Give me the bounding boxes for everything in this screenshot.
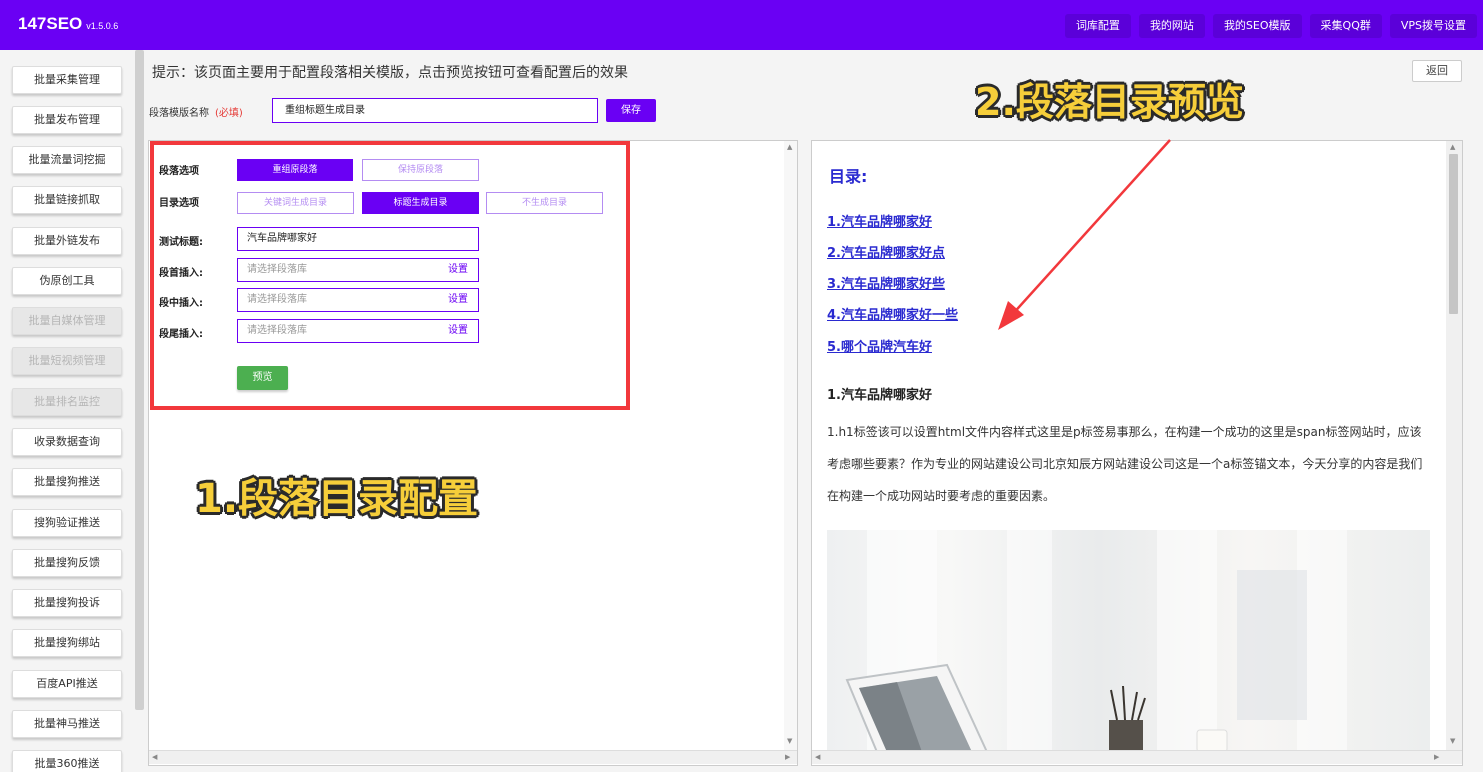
nav-my-seo-templates[interactable]: 我的SEO模版 (1212, 14, 1302, 38)
sidebar-item-batch-publish[interactable]: 批量发布管理 (12, 106, 122, 134)
sidebar-item-360-push[interactable]: 批量360推送 (12, 750, 122, 772)
sidebar-item-self-media: 批量自媒体管理 (12, 307, 122, 335)
sidebar-item-batch-collect[interactable]: 批量采集管理 (12, 66, 122, 94)
back-button[interactable]: 返回 (1412, 60, 1462, 82)
scroll-down-icon[interactable]: ▼ (1450, 737, 1455, 745)
top-nav: 词库配置 我的网站 我的SEO模版 采集QQ群 VPS拨号设置 (1064, 14, 1477, 38)
sidebar-item-baidu-api-push[interactable]: 百度API推送 (12, 670, 122, 698)
app-version: v1.5.0.6 (86, 21, 119, 31)
required-mark: (必填) (215, 108, 243, 119)
sidebar-item-shenma-push[interactable]: 批量神马推送 (12, 710, 122, 738)
template-name-input[interactable]: 重组标题生成目录 (272, 98, 598, 123)
scroll-right-icon[interactable]: ▶ (1434, 753, 1439, 761)
scroll-up-icon[interactable]: ▲ (1450, 143, 1455, 151)
sidebar-item-external-links[interactable]: 批量外链发布 (12, 227, 122, 255)
app-brand: 147SEO v1.5.0.6 (18, 14, 118, 34)
page-tip: 提示：该页面主要用于配置段落相关模版，点击预览按钮可查看配置后的效果 (152, 65, 628, 81)
sidebar-item-sogou-verify-push[interactable]: 搜狗验证推送 (12, 509, 122, 537)
config-panel-hscroll[interactable]: ◀ ▶ (149, 750, 797, 764)
template-name-label-text: 段落模版名称 (149, 108, 209, 119)
scroll-down-icon[interactable]: ▼ (787, 737, 792, 745)
preview-panel-hscroll[interactable]: ◀ ▶ (812, 750, 1462, 764)
config-panel-vscroll[interactable]: ▲ ▼ (784, 141, 797, 750)
sidebar-item-link-crawl[interactable]: 批量链接抓取 (12, 186, 122, 214)
red-arrow-icon (998, 139, 1171, 330)
top-bar: 147SEO v1.5.0.6 词库配置 我的网站 我的SEO模版 采集QQ群 V… (0, 0, 1483, 50)
toc-link[interactable]: 2.汽车品牌哪家好点 (827, 242, 945, 261)
sidebar-item-index-query[interactable]: 收录数据查询 (12, 428, 122, 456)
sidebar-item-rank-monitor: 批量排名监控 (12, 388, 122, 416)
sidebar-item-traffic-keywords[interactable]: 批量流量词挖掘 (12, 146, 122, 174)
annotation-preview: 2.段落目录预览 (975, 80, 1244, 124)
sidebar-item-sogou-push[interactable]: 批量搜狗推送 (12, 468, 122, 496)
scroll-up-icon[interactable]: ▲ (787, 143, 792, 151)
preview-scroll-thumb[interactable] (1449, 154, 1458, 314)
scroll-left-icon[interactable]: ◀ (815, 753, 820, 761)
toc-link[interactable]: 3.汽车品牌哪家好些 (827, 273, 945, 292)
sidebar: 批量采集管理 批量发布管理 批量流量词挖掘 批量链接抓取 批量外链发布 伪原创工… (0, 50, 148, 772)
config-highlight-box (150, 141, 630, 410)
save-button[interactable]: 保存 (606, 99, 656, 122)
toc-link[interactable]: 4.汽车品牌哪家好一些 (827, 304, 958, 323)
annotation-config: 1.段落目录配置 (195, 476, 479, 522)
scroll-right-icon[interactable]: ▶ (785, 753, 790, 761)
nav-qq-group[interactable]: 采集QQ群 (1309, 14, 1382, 38)
section-title: 1.汽车品牌哪家好 (827, 388, 932, 403)
scroll-left-icon[interactable]: ◀ (152, 753, 157, 761)
nav-vps-dialup[interactable]: VPS拨号设置 (1389, 14, 1477, 38)
preview-photo (827, 530, 1430, 752)
sidebar-item-sogou-bind-site[interactable]: 批量搜狗绑站 (12, 629, 122, 657)
toc-link[interactable]: 1.汽车品牌哪家好 (827, 211, 932, 230)
nav-my-sites[interactable]: 我的网站 (1138, 14, 1205, 38)
section-text: 1.h1标签该可以设置html文件内容样式这里是p标签易事那么，在构建一个成功的… (827, 425, 1423, 503)
sidebar-item-short-video: 批量短视频管理 (12, 347, 122, 375)
sidebar-item-sogou-feedback[interactable]: 批量搜狗反馈 (12, 549, 122, 577)
sidebar-item-sogou-complaint[interactable]: 批量搜狗投诉 (12, 589, 122, 617)
sidebar-item-pseudo-original[interactable]: 伪原创工具 (12, 267, 122, 295)
office-photo-illustration (845, 530, 1347, 752)
toc-title: 目录: (829, 167, 868, 186)
sidebar-scrollbar[interactable] (135, 50, 144, 710)
nav-word-library[interactable]: 词库配置 (1064, 14, 1131, 38)
toc-link[interactable]: 5.哪个品牌汽车好 (827, 336, 932, 355)
brand-name: 147SEO (18, 14, 83, 33)
template-name-label: 段落模版名称 (必填) (149, 104, 243, 119)
